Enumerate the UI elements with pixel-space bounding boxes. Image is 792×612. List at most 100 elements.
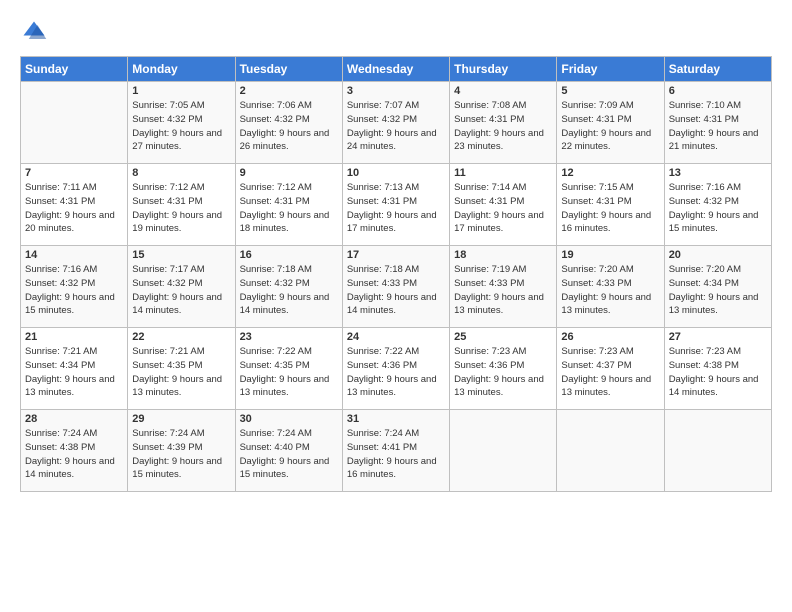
day-info: Sunrise: 7:08 AMSunset: 4:31 PMDaylight:… — [454, 99, 552, 154]
week-row-2: 7 Sunrise: 7:11 AMSunset: 4:31 PMDaylight… — [21, 164, 772, 246]
calendar-cell: 7 Sunrise: 7:11 AMSunset: 4:31 PMDaylight… — [21, 164, 128, 246]
page: SundayMondayTuesdayWednesdayThursdayFrid… — [0, 0, 792, 612]
day-info: Sunrise: 7:07 AMSunset: 4:32 PMDaylight:… — [347, 99, 445, 154]
day-number: 24 — [347, 331, 445, 343]
day-number: 17 — [347, 249, 445, 261]
day-info: Sunrise: 7:23 AMSunset: 4:38 PMDaylight:… — [669, 345, 767, 400]
calendar-cell: 4 Sunrise: 7:08 AMSunset: 4:31 PMDaylight… — [450, 82, 557, 164]
day-number: 3 — [347, 85, 445, 97]
day-number: 16 — [240, 249, 338, 261]
week-row-3: 14 Sunrise: 7:16 AMSunset: 4:32 PMDayligh… — [21, 246, 772, 328]
day-info: Sunrise: 7:15 AMSunset: 4:31 PMDaylight:… — [561, 181, 659, 236]
day-info: Sunrise: 7:24 AMSunset: 4:38 PMDaylight:… — [25, 427, 123, 482]
day-info: Sunrise: 7:06 AMSunset: 4:32 PMDaylight:… — [240, 99, 338, 154]
day-number: 25 — [454, 331, 552, 343]
calendar-cell: 14 Sunrise: 7:16 AMSunset: 4:32 PMDayligh… — [21, 246, 128, 328]
calendar-cell: 8 Sunrise: 7:12 AMSunset: 4:31 PMDaylight… — [128, 164, 235, 246]
calendar-cell: 31Sunrise: 7:24 AMSunset: 4:41 PMDayligh… — [342, 410, 449, 492]
calendar-cell: 20 Sunrise: 7:20 AMSunset: 4:34 PMDayligh… — [664, 246, 771, 328]
day-info: Sunrise: 7:18 AMSunset: 4:32 PMDaylight:… — [240, 263, 338, 318]
day-number: 13 — [669, 167, 767, 179]
calendar-cell — [21, 82, 128, 164]
calendar-cell: 6 Sunrise: 7:10 AMSunset: 4:31 PMDaylight… — [664, 82, 771, 164]
calendar-cell: 15Sunrise: 7:17 AMSunset: 4:32 PMDayligh… — [128, 246, 235, 328]
calendar-cell: 10 Sunrise: 7:13 AMSunset: 4:31 PMDayligh… — [342, 164, 449, 246]
calendar-cell: 26 Sunrise: 7:23 AMSunset: 4:37 PMDayligh… — [557, 328, 664, 410]
day-number: 10 — [347, 167, 445, 179]
calendar-cell: 16 Sunrise: 7:18 AMSunset: 4:32 PMDayligh… — [235, 246, 342, 328]
day-info: Sunrise: 7:24 AMSunset: 4:41 PMDaylight:… — [347, 427, 445, 482]
calendar-cell: 9 Sunrise: 7:12 AMSunset: 4:31 PMDaylight… — [235, 164, 342, 246]
day-number: 1 — [132, 85, 230, 97]
calendar-cell: 22Sunrise: 7:21 AMSunset: 4:35 PMDayligh… — [128, 328, 235, 410]
week-row-5: 28Sunrise: 7:24 AMSunset: 4:38 PMDayligh… — [21, 410, 772, 492]
day-number: 21 — [25, 331, 123, 343]
day-number: 12 — [561, 167, 659, 179]
day-number: 19 — [561, 249, 659, 261]
calendar-cell: 3 Sunrise: 7:07 AMSunset: 4:32 PMDaylight… — [342, 82, 449, 164]
day-info: Sunrise: 7:16 AMSunset: 4:32 PMDaylight:… — [25, 263, 123, 318]
header-day-thursday: Thursday — [450, 57, 557, 82]
calendar-cell: 19 Sunrise: 7:20 AMSunset: 4:33 PMDayligh… — [557, 246, 664, 328]
day-number: 29 — [132, 413, 230, 425]
calendar-cell: 23 Sunrise: 7:22 AMSunset: 4:35 PMDayligh… — [235, 328, 342, 410]
day-info: Sunrise: 7:10 AMSunset: 4:31 PMDaylight:… — [669, 99, 767, 154]
day-number: 20 — [669, 249, 767, 261]
day-number: 8 — [132, 167, 230, 179]
day-info: Sunrise: 7:13 AMSunset: 4:31 PMDaylight:… — [347, 181, 445, 236]
day-info: Sunrise: 7:23 AMSunset: 4:37 PMDaylight:… — [561, 345, 659, 400]
day-info: Sunrise: 7:11 AMSunset: 4:31 PMDaylight:… — [25, 181, 123, 236]
calendar-cell: 13 Sunrise: 7:16 AMSunset: 4:32 PMDayligh… — [664, 164, 771, 246]
day-info: Sunrise: 7:23 AMSunset: 4:36 PMDaylight:… — [454, 345, 552, 400]
day-info: Sunrise: 7:16 AMSunset: 4:32 PMDaylight:… — [669, 181, 767, 236]
calendar-cell — [664, 410, 771, 492]
week-row-1: 1Sunrise: 7:05 AMSunset: 4:32 PMDaylight… — [21, 82, 772, 164]
calendar-cell: 11Sunrise: 7:14 AMSunset: 4:31 PMDayligh… — [450, 164, 557, 246]
header-day-monday: Monday — [128, 57, 235, 82]
calendar-cell — [450, 410, 557, 492]
calendar-cell: 25 Sunrise: 7:23 AMSunset: 4:36 PMDayligh… — [450, 328, 557, 410]
day-info: Sunrise: 7:24 AMSunset: 4:40 PMDaylight:… — [240, 427, 338, 482]
calendar-cell: 28Sunrise: 7:24 AMSunset: 4:38 PMDayligh… — [21, 410, 128, 492]
day-number: 2 — [240, 85, 338, 97]
day-info: Sunrise: 7:12 AMSunset: 4:31 PMDaylight:… — [240, 181, 338, 236]
day-number: 23 — [240, 331, 338, 343]
header-day-saturday: Saturday — [664, 57, 771, 82]
calendar-cell: 21Sunrise: 7:21 AMSunset: 4:34 PMDayligh… — [21, 328, 128, 410]
header-day-wednesday: Wednesday — [342, 57, 449, 82]
day-number: 9 — [240, 167, 338, 179]
day-info: Sunrise: 7:21 AMSunset: 4:35 PMDaylight:… — [132, 345, 230, 400]
calendar-cell: 18Sunrise: 7:19 AMSunset: 4:33 PMDayligh… — [450, 246, 557, 328]
day-number: 14 — [25, 249, 123, 261]
calendar-cell: 1Sunrise: 7:05 AMSunset: 4:32 PMDaylight… — [128, 82, 235, 164]
header-day-tuesday: Tuesday — [235, 57, 342, 82]
calendar-cell: 29 Sunrise: 7:24 AMSunset: 4:39 PMDayligh… — [128, 410, 235, 492]
day-number: 27 — [669, 331, 767, 343]
day-number: 6 — [669, 85, 767, 97]
calendar-cell — [557, 410, 664, 492]
day-info: Sunrise: 7:22 AMSunset: 4:36 PMDaylight:… — [347, 345, 445, 400]
day-info: Sunrise: 7:20 AMSunset: 4:33 PMDaylight:… — [561, 263, 659, 318]
day-info: Sunrise: 7:19 AMSunset: 4:33 PMDaylight:… — [454, 263, 552, 318]
calendar-cell: 2 Sunrise: 7:06 AMSunset: 4:32 PMDaylight… — [235, 82, 342, 164]
header-day-sunday: Sunday — [21, 57, 128, 82]
header — [20, 18, 772, 46]
day-number: 30 — [240, 413, 338, 425]
day-info: Sunrise: 7:14 AMSunset: 4:31 PMDaylight:… — [454, 181, 552, 236]
calendar-cell: 24 Sunrise: 7:22 AMSunset: 4:36 PMDayligh… — [342, 328, 449, 410]
day-info: Sunrise: 7:17 AMSunset: 4:32 PMDaylight:… — [132, 263, 230, 318]
day-number: 4 — [454, 85, 552, 97]
day-number: 7 — [25, 167, 123, 179]
day-info: Sunrise: 7:22 AMSunset: 4:35 PMDaylight:… — [240, 345, 338, 400]
day-info: Sunrise: 7:12 AMSunset: 4:31 PMDaylight:… — [132, 181, 230, 236]
day-info: Sunrise: 7:18 AMSunset: 4:33 PMDaylight:… — [347, 263, 445, 318]
calendar-cell: 5Sunrise: 7:09 AMSunset: 4:31 PMDaylight… — [557, 82, 664, 164]
calendar-cell: 12 Sunrise: 7:15 AMSunset: 4:31 PMDayligh… — [557, 164, 664, 246]
calendar-table: SundayMondayTuesdayWednesdayThursdayFrid… — [20, 56, 772, 492]
logo-icon — [20, 18, 48, 46]
header-row: SundayMondayTuesdayWednesdayThursdayFrid… — [21, 57, 772, 82]
day-info: Sunrise: 7:24 AMSunset: 4:39 PMDaylight:… — [132, 427, 230, 482]
day-number: 26 — [561, 331, 659, 343]
day-info: Sunrise: 7:20 AMSunset: 4:34 PMDaylight:… — [669, 263, 767, 318]
week-row-4: 21Sunrise: 7:21 AMSunset: 4:34 PMDayligh… — [21, 328, 772, 410]
